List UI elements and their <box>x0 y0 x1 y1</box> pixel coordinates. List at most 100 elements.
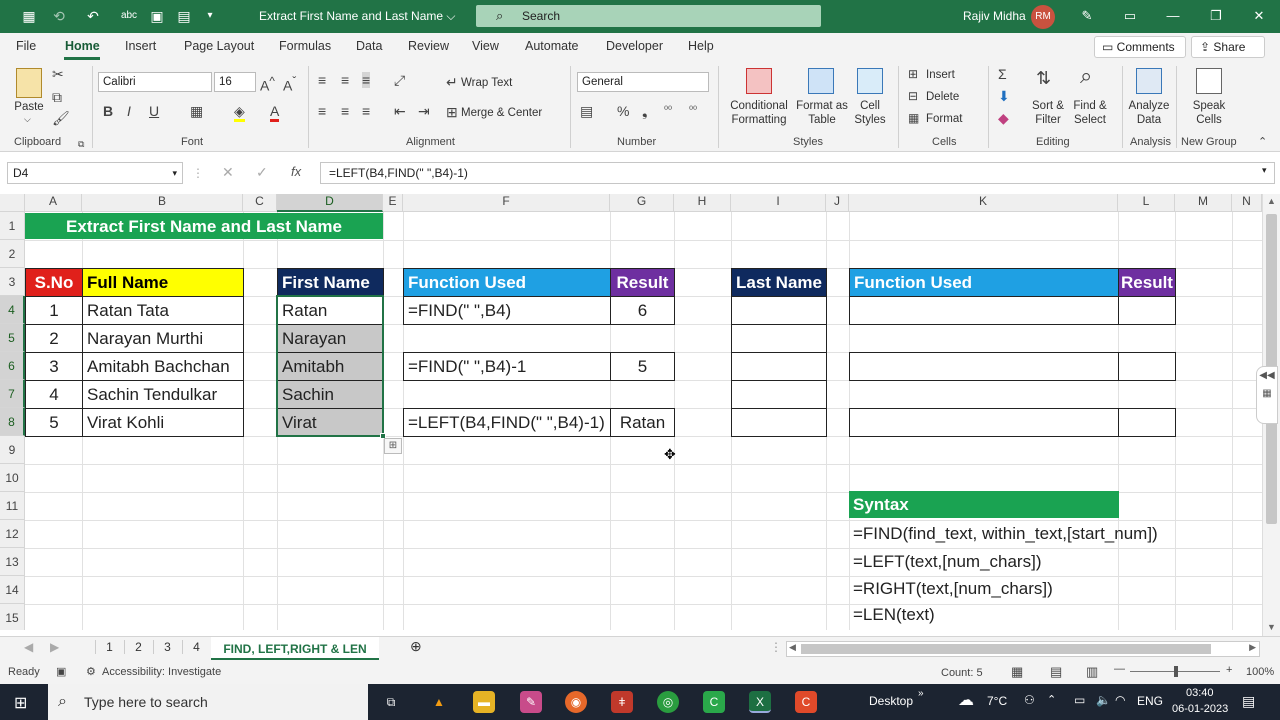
avatar[interactable]: RM <box>1031 5 1055 29</box>
bottom-align-icon[interactable]: ≡ <box>362 72 371 88</box>
orientation-icon[interactable]: ⤢ <box>394 72 405 88</box>
macro-icon[interactable]: ▣ <box>56 665 66 678</box>
row-header-7[interactable]: 7 <box>0 380 25 408</box>
borders-icon[interactable]: ▦ <box>190 103 203 119</box>
row-header-14[interactable]: 14 <box>0 576 25 604</box>
increase-indent-icon[interactable]: ⇥ <box>418 103 430 119</box>
cell-styles-button[interactable]: Cell Styles <box>848 99 892 127</box>
camtasia-icon[interactable]: C <box>703 691 725 713</box>
sheet-tab-3[interactable]: 3 <box>153 640 181 654</box>
align-right-icon[interactable]: ≡ <box>362 103 370 119</box>
align-center-icon[interactable]: ≡ <box>341 103 349 119</box>
insert-cells-button[interactable]: Insert <box>926 68 955 82</box>
column-header-k[interactable]: K <box>849 194 1118 212</box>
accounting-format-icon[interactable]: ▤ <box>580 103 593 119</box>
cancel-icon[interactable]: ✕ <box>222 164 234 181</box>
volume-icon[interactable]: 🔈 <box>1096 693 1111 707</box>
desktop-label[interactable]: Desktop <box>869 694 913 708</box>
spelling-icon[interactable]: abc <box>120 7 138 25</box>
clipboard-launcher-icon[interactable]: ⧉ <box>78 136 84 152</box>
sheet-tab-4[interactable]: 4 <box>182 640 210 654</box>
merge-center-button[interactable]: Merge & Center <box>461 106 542 120</box>
cell-sno[interactable]: 4 <box>25 380 83 409</box>
document-title[interactable]: Extract First Name and Last Name ⌵ <box>259 9 456 24</box>
scrollbar-thumb[interactable] <box>801 644 1211 654</box>
tab-help[interactable]: Help <box>688 39 714 53</box>
firefox-icon[interactable]: ◉ <box>565 691 587 713</box>
wrap-text-button[interactable]: Wrap Text <box>461 76 512 90</box>
row-header-9[interactable]: 9 <box>0 436 25 464</box>
number-format-dropdown[interactable]: General <box>577 72 709 92</box>
cell-function-2[interactable] <box>849 352 1119 381</box>
weather-icon[interactable]: ☁ <box>958 690 974 710</box>
header-result-2[interactable]: Result <box>1118 268 1176 297</box>
formula-input[interactable]: =LEFT(B4,FIND(" ",B4)-1) <box>320 162 1275 184</box>
row-header-15[interactable]: 15 <box>0 604 25 630</box>
comma-style-icon[interactable]: ❟ <box>642 103 648 119</box>
worksheet-grid[interactable]: A B C D E F G H I J K L M N 1 2 3 4 5 6 … <box>0 194 1262 630</box>
syntax-line[interactable]: =LEFT(text,[num_chars]) <box>849 548 1041 576</box>
cell-function-2[interactable] <box>849 408 1119 437</box>
clear-icon[interactable]: ◆ <box>998 110 1009 126</box>
format-as-table-icon[interactable] <box>808 68 834 94</box>
expand-formula-icon[interactable]: ▾ <box>1262 165 1267 176</box>
column-header-a[interactable]: A <box>25 194 82 212</box>
delete-cells-icon[interactable]: ⊟ <box>908 88 918 104</box>
speak-cells-button[interactable]: Speak Cells <box>1188 99 1230 127</box>
maximize-icon[interactable]: ❐ <box>1206 6 1226 26</box>
increase-font-icon[interactable]: A^ <box>260 74 275 94</box>
increase-decimal-icon[interactable]: ⁰⁰ <box>664 103 672 119</box>
clock-date[interactable]: 06-01-2023 <box>1172 703 1228 715</box>
sheet-tab-1[interactable]: 1 <box>95 640 123 654</box>
tab-view[interactable]: View <box>472 39 499 53</box>
format-cells-icon[interactable]: ▦ <box>908 110 919 126</box>
sort-filter-icon[interactable]: ⇅ <box>1036 69 1051 87</box>
paint-icon[interactable]: ✎ <box>520 691 542 713</box>
tab-file[interactable]: File <box>16 39 36 53</box>
language-indicator[interactable]: ENG <box>1137 694 1163 708</box>
cut-icon[interactable]: ✂ <box>52 66 64 82</box>
sheet-title-cell[interactable]: Extract First Name and Last Name <box>25 213 383 239</box>
pen-icon[interactable]: ✎ <box>1077 6 1097 26</box>
cell-function[interactable]: =FIND(" ",B4) <box>403 296 611 325</box>
network-icon[interactable]: ▭ <box>1074 693 1085 707</box>
cell-sno[interactable]: 2 <box>25 324 83 353</box>
cell-result[interactable]: 5 <box>610 352 675 381</box>
paste-icon[interactable] <box>16 68 42 98</box>
cell-full-name[interactable]: Narayan Murthi <box>82 324 244 353</box>
syntax-line[interactable]: =LEN(text) <box>849 601 935 629</box>
insert-cells-icon[interactable]: ⊞ <box>908 66 918 82</box>
column-header-i[interactable]: I <box>731 194 826 212</box>
header-sno[interactable]: S.No <box>25 268 83 297</box>
header-full-name[interactable]: Full Name <box>82 268 244 297</box>
cell-result-2[interactable] <box>1118 296 1176 325</box>
chrome-icon[interactable]: ◎ <box>657 691 679 713</box>
conditional-formatting-button[interactable]: Conditional Formatting <box>724 99 794 127</box>
row-header-13[interactable]: 13 <box>0 548 25 576</box>
format-painter-icon[interactable]: 🖌 <box>52 110 70 126</box>
header-last-name[interactable]: Last Name <box>731 268 827 297</box>
bold-icon[interactable]: B <box>103 103 113 119</box>
sheet-tab-2[interactable]: 2 <box>124 640 152 654</box>
comments-button[interactable]: ▭ Comments <box>1094 36 1186 58</box>
cell-styles-icon[interactable] <box>857 68 883 94</box>
windows-start-icon[interactable]: ⊞ <box>14 693 27 713</box>
sheet-tab-active[interactable]: FIND, LEFT,RIGHT & LEN <box>211 637 379 661</box>
wrap-text-icon[interactable]: ↵ <box>446 74 458 90</box>
column-header-j[interactable]: J <box>826 194 849 212</box>
insert-function-icon[interactable]: fx <box>291 164 301 179</box>
customize-qat-icon[interactable]: ▾ <box>201 7 219 25</box>
row-header-11[interactable]: 11 <box>0 492 25 520</box>
more-options-icon[interactable]: ⋮ <box>770 640 782 654</box>
cell-function[interactable]: =FIND(" ",B4)-1 <box>403 352 611 381</box>
find-icon[interactable]: ⌕ <box>1080 65 1092 87</box>
recorder-icon[interactable]: C <box>795 691 817 713</box>
quick-analysis-icon[interactable]: ⊞ <box>384 438 402 454</box>
row-header-10[interactable]: 10 <box>0 464 25 492</box>
underline-icon[interactable]: U <box>149 103 159 119</box>
top-align-icon[interactable]: ≡ <box>318 72 326 88</box>
name-box[interactable]: D4 ▾ <box>7 162 183 184</box>
format-cells-button[interactable]: Format <box>926 112 962 126</box>
cell-full-name[interactable]: Sachin Tendulkar <box>82 380 244 409</box>
header-first-name[interactable]: First Name <box>277 268 384 297</box>
